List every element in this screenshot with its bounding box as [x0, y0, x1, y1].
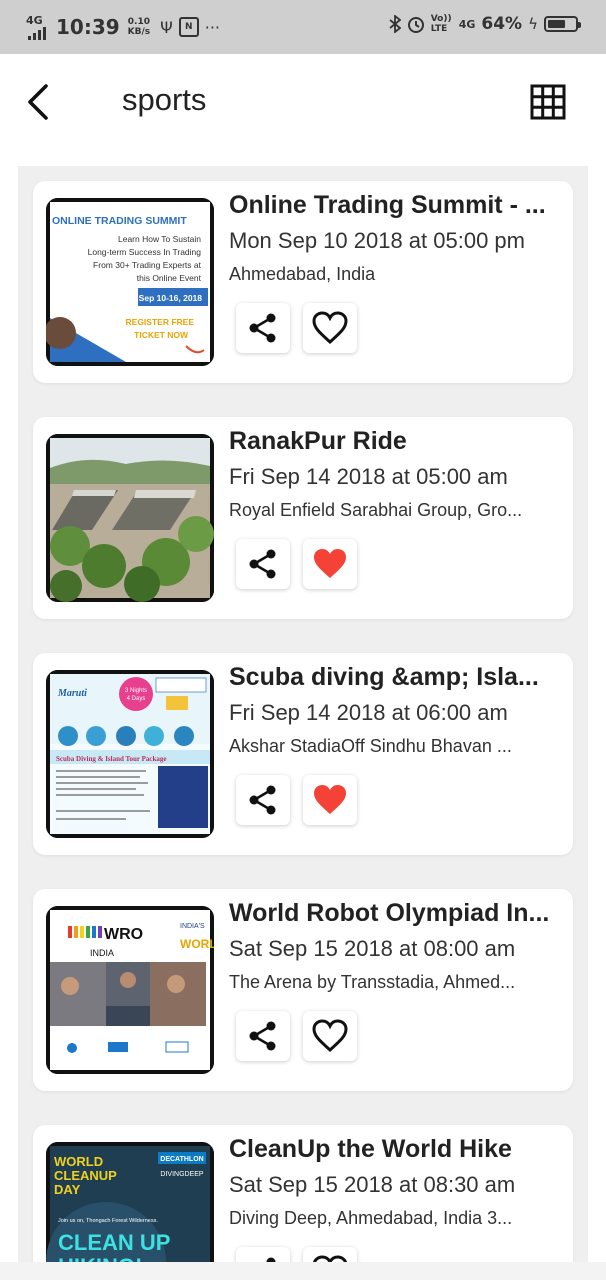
event-thumbnail[interactable]: WRO INDIA INDIA'S WORL: [46, 906, 214, 1074]
signal-icon-right: 4G: [458, 17, 476, 31]
event-date: Mon Sep 10 2018 at 05:00 pm: [229, 228, 525, 253]
event-card[interactable]: RanakPur Ride Fri Sep 14 2018 at 05:00 a…: [33, 417, 573, 619]
event-card[interactable]: ONLINE TRADING SUMMIT Learn How To Susta…: [33, 181, 573, 383]
share-icon: [249, 549, 276, 579]
svg-text:INDIA'S: INDIA'S: [180, 923, 205, 930]
cleanup-poster: WORLD CLEANUP DAY DECATHLON DIVINGDEEP J…: [46, 1142, 214, 1280]
event-date: Sat Sep 15 2018 at 08:30 am: [229, 1172, 516, 1197]
trading-summit-poster: ONLINE TRADING SUMMIT Learn How To Susta…: [46, 198, 214, 366]
svg-text:Maruti: Maruti: [57, 688, 87, 699]
svg-text:DAY: DAY: [54, 1182, 81, 1197]
event-title[interactable]: Online Trading Summit - ...: [229, 191, 559, 220]
alarm-icon: [407, 17, 424, 33]
event-venue: Diving Deep, Ahmedabad, India 3...: [229, 1208, 513, 1228]
back-button[interactable]: [18, 80, 58, 124]
event-thumbnail[interactable]: [46, 434, 214, 602]
app-bar: sports: [0, 54, 606, 148]
svg-text:Learn How To Sustain: Learn How To Sustain: [118, 234, 201, 244]
event-card[interactable]: Maruti 3 Nights 4 Days Scuba Diving & Is…: [33, 653, 573, 855]
wro-poster: WRO INDIA INDIA'S WORL: [46, 906, 214, 1074]
share-button[interactable]: [236, 1011, 290, 1061]
share-button[interactable]: [236, 775, 290, 825]
svg-text:CLEAN UP: CLEAN UP: [58, 1230, 170, 1255]
share-button[interactable]: [236, 539, 290, 589]
more-notifications-icon: ···: [204, 17, 221, 37]
favorite-button[interactable]: [303, 1011, 357, 1061]
svg-text:3 Nights: 3 Nights: [125, 688, 147, 694]
grid-icon: [530, 84, 566, 120]
svg-text:WORL: WORL: [180, 937, 214, 951]
grid-view-button[interactable]: [530, 84, 566, 120]
svg-text:WORLD: WORLD: [54, 1154, 103, 1169]
network-type: 4G: [26, 14, 43, 27]
event-date: Fri Sep 14 2018 at 05:00 am: [229, 464, 508, 489]
ranakpur-photo: [46, 434, 214, 602]
event-card[interactable]: WRO INDIA INDIA'S WORL World Robot Olymp…: [33, 889, 573, 1091]
heart-outline-icon: [312, 311, 348, 345]
network-speed: 0.10 KB/s: [127, 17, 151, 37]
event-thumbnail[interactable]: ONLINE TRADING SUMMIT Learn How To Susta…: [46, 198, 214, 366]
heart-filled-icon: [314, 785, 346, 814]
app-notification-icon: N: [178, 17, 199, 37]
share-button[interactable]: [236, 303, 290, 353]
svg-text:Long-term Success In Trading: Long-term Success In Trading: [88, 247, 202, 257]
signal-icon: 4G: [26, 14, 52, 40]
event-date: Sat Sep 15 2018 at 08:00 am: [229, 936, 516, 961]
svg-text:REGISTER FREE: REGISTER FREE: [126, 317, 195, 327]
svg-text:Join us on, Thongach Forest Wi: Join us on, Thongach Forest Wilderness.: [58, 1218, 158, 1224]
event-card[interactable]: WORLD CLEANUP DAY DECATHLON DIVINGDEEP J…: [33, 1125, 573, 1280]
event-title[interactable]: Scuba diving &amp; Isla...: [229, 663, 559, 692]
scuba-poster: Maruti 3 Nights 4 Days Scuba Diving & Is…: [46, 670, 214, 838]
bottom-edge: [0, 1262, 606, 1280]
status-bar: 4G 10:39 0.10 KB/s Ψ N ··· Vo)) LTE 4G 6…: [0, 0, 606, 54]
event-venue: Royal Enfield Sarabhai Group, Gro...: [229, 500, 523, 520]
page-title: sports: [122, 82, 207, 117]
event-list[interactable]: ONLINE TRADING SUMMIT Learn How To Susta…: [18, 166, 588, 1280]
event-title[interactable]: RanakPur Ride: [229, 427, 559, 456]
heart-filled-icon: [314, 549, 346, 578]
svg-text:INDIA: INDIA: [90, 948, 114, 958]
event-title[interactable]: World Robot Olympiad In...: [229, 899, 559, 928]
heart-outline-icon: [312, 1019, 348, 1053]
svg-text:DECATHLON: DECATHLON: [160, 1156, 203, 1163]
event-date: Fri Sep 14 2018 at 06:00 am: [229, 700, 508, 725]
share-icon: [249, 313, 276, 343]
svg-text:DIVINGDEEP: DIVINGDEEP: [160, 1171, 204, 1178]
charging-icon: ϟ: [528, 15, 538, 33]
favorite-button[interactable]: [303, 303, 357, 353]
poster-heading: ONLINE TRADING SUMMIT: [52, 215, 187, 227]
svg-text:4 Days: 4 Days: [127, 696, 146, 702]
battery-icon: [544, 16, 581, 32]
share-icon: [249, 785, 276, 815]
svg-text:Sep 10-16, 2018: Sep 10-16, 2018: [139, 293, 203, 303]
event-title[interactable]: CleanUp the World Hike: [229, 1135, 559, 1164]
battery-percent: 64%: [481, 14, 523, 34]
volte-indicator: Vo)) LTE: [430, 14, 452, 34]
event-venue: Akshar StadiaOff Sindhu Bhavan ...: [229, 736, 512, 756]
clock: 10:39: [56, 15, 120, 39]
bluetooth-icon: [389, 15, 401, 33]
svg-text:From 30+ Trading Experts at: From 30+ Trading Experts at: [93, 260, 202, 270]
svg-text:this Online Event: this Online Event: [137, 273, 202, 283]
favorite-button[interactable]: [303, 539, 357, 589]
event-thumbnail[interactable]: Maruti 3 Nights 4 Days Scuba Diving & Is…: [46, 670, 214, 838]
svg-text:Scuba Diving & Island Tour Pac: Scuba Diving & Island Tour Package: [56, 755, 167, 763]
share-icon: [249, 1021, 276, 1051]
favorite-button[interactable]: [303, 775, 357, 825]
svg-text:WRO: WRO: [104, 926, 143, 943]
event-venue: Ahmedabad, India: [229, 264, 376, 284]
back-arrow-icon: [28, 84, 48, 120]
event-venue: The Arena by Transstadia, Ahmed...: [229, 972, 516, 992]
svg-text:TICKET NOW: TICKET NOW: [134, 330, 189, 340]
event-thumbnail[interactable]: WORLD CLEANUP DAY DECATHLON DIVINGDEEP J…: [46, 1142, 214, 1280]
svg-text:CLEANUP: CLEANUP: [54, 1168, 117, 1183]
usb-icon: Ψ: [160, 17, 173, 37]
